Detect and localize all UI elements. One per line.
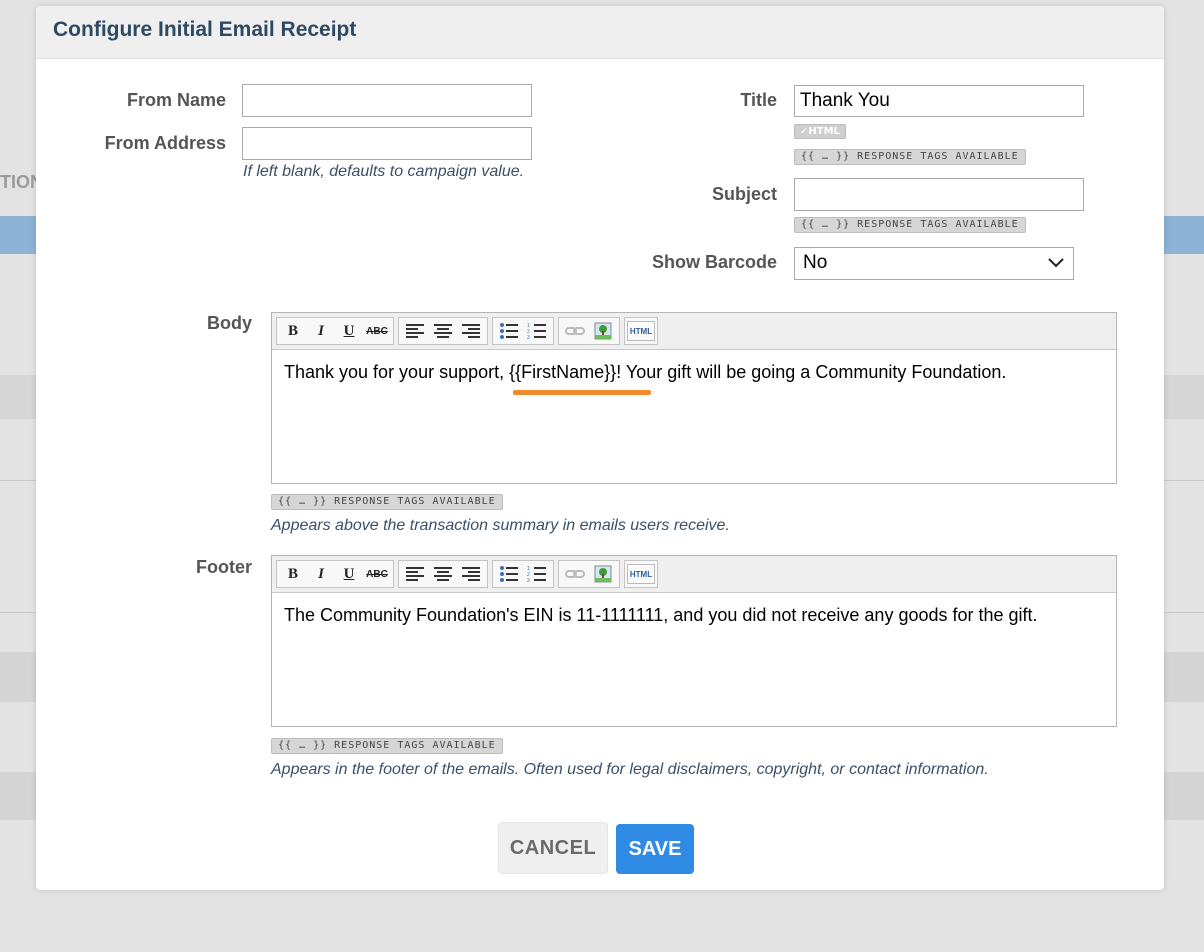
alignment-group	[398, 317, 488, 345]
firstname-tag: {{FirstName}}	[509, 362, 617, 382]
html-source-button[interactable]: HTML	[627, 321, 655, 341]
align-center-icon[interactable]	[429, 319, 457, 343]
bullet-list-icon[interactable]	[495, 319, 523, 343]
from-hint: If left blank, defaults to campaign valu…	[243, 163, 525, 180]
strikethrough-button[interactable]: ABC	[363, 562, 391, 586]
alignment-group	[398, 560, 488, 588]
body-content[interactable]: Thank you for your support, {{FirstName}…	[272, 350, 1116, 395]
save-button[interactable]: SAVE	[616, 824, 694, 874]
numbered-list-icon[interactable]: 123	[523, 319, 551, 343]
response-tags-badge[interactable]: {{ … }} RESPONSE TAGS AVAILABLE	[271, 738, 503, 754]
italic-button[interactable]: I	[307, 562, 335, 586]
align-right-icon[interactable]	[457, 319, 485, 343]
footer-editor[interactable]: B I U ABC 123 HTML The Community Foundat…	[271, 555, 1117, 727]
text-style-group: B I U ABC	[276, 560, 394, 588]
link-icon[interactable]	[561, 562, 589, 586]
body-toolbar: B I U ABC 123 HTML	[272, 313, 1116, 350]
show-barcode-label: Show Barcode	[651, 252, 777, 272]
html-toggle-badge[interactable]: ✓HTML	[794, 124, 846, 139]
svg-text:3: 3	[527, 335, 530, 340]
response-tags-badge[interactable]: {{ … }} RESPONSE TAGS AVAILABLE	[794, 149, 1026, 165]
show-barcode-value: No	[803, 252, 828, 273]
show-barcode-select[interactable]: No	[794, 247, 1074, 280]
modal-title: Configure Initial Email Receipt	[53, 18, 357, 41]
highlight-underline	[513, 390, 651, 395]
body-label: Body	[207, 313, 252, 333]
response-tags-badge[interactable]: {{ … }} RESPONSE TAGS AVAILABLE	[794, 217, 1026, 233]
html-group: HTML	[624, 560, 658, 588]
title-label: Title	[740, 90, 777, 110]
body-editor[interactable]: B I U ABC 123 HTML Thank you for your su…	[271, 312, 1117, 484]
footer-hint: Appears in the footer of the emails. Oft…	[271, 761, 989, 778]
html-group: HTML	[624, 317, 658, 345]
link-icon[interactable]	[561, 319, 589, 343]
footer-content[interactable]: The Community Foundation's EIN is 11-111…	[272, 593, 1116, 638]
from-address-label: From Address	[104, 133, 226, 153]
list-group: 123	[492, 317, 554, 345]
footer-toolbar: B I U ABC 123 HTML	[272, 556, 1116, 593]
response-tags-badge[interactable]: {{ … }} RESPONSE TAGS AVAILABLE	[271, 494, 503, 510]
subject-label: Subject	[711, 184, 777, 204]
underline-button[interactable]: U	[335, 319, 363, 343]
bold-button[interactable]: B	[279, 319, 307, 343]
email-receipt-modal: Configure Initial Email Receipt From Nam…	[36, 6, 1164, 890]
from-name-input[interactable]	[242, 84, 532, 117]
italic-button[interactable]: I	[307, 319, 335, 343]
chevron-down-icon	[1047, 252, 1065, 277]
body-hint: Appears above the transaction summary in…	[271, 517, 730, 534]
subject-input[interactable]	[794, 178, 1084, 211]
align-left-icon[interactable]	[401, 562, 429, 586]
strikethrough-button[interactable]: ABC	[363, 319, 391, 343]
html-source-button[interactable]: HTML	[627, 564, 655, 584]
underline-button[interactable]: U	[335, 562, 363, 586]
align-right-icon[interactable]	[457, 562, 485, 586]
bold-button[interactable]: B	[279, 562, 307, 586]
image-icon[interactable]	[589, 319, 617, 343]
bullet-list-icon[interactable]	[495, 562, 523, 586]
from-address-input[interactable]	[242, 127, 532, 160]
align-center-icon[interactable]	[429, 562, 457, 586]
cancel-button[interactable]: CANCEL	[498, 822, 608, 874]
body-text-after: ! Your gift will be going a Community Fo…	[616, 362, 1007, 382]
text-style-group: B I U ABC	[276, 317, 394, 345]
modal-header: Configure Initial Email Receipt	[36, 6, 1164, 59]
numbered-list-icon[interactable]: 123	[523, 562, 551, 586]
insert-group	[558, 560, 620, 588]
body-text-before: Thank you for your support,	[284, 362, 510, 382]
footer-label: Footer	[196, 557, 252, 577]
insert-group	[558, 317, 620, 345]
image-icon[interactable]	[589, 562, 617, 586]
align-left-icon[interactable]	[401, 319, 429, 343]
list-group: 123	[492, 560, 554, 588]
title-input[interactable]	[794, 85, 1084, 117]
svg-text:3: 3	[527, 578, 530, 583]
from-name-label: From Name	[126, 90, 226, 110]
